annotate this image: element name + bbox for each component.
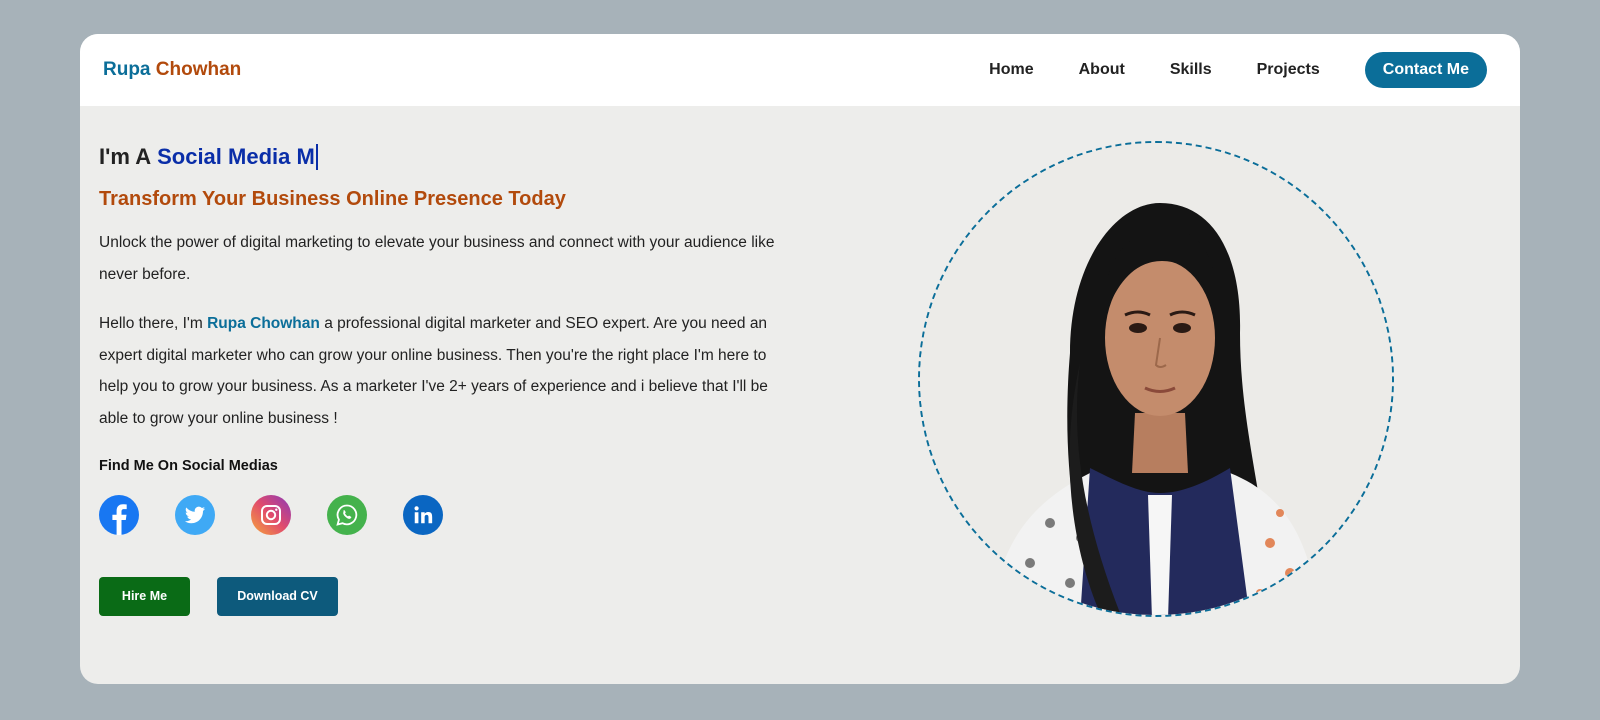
nav-item-home[interactable]: Home	[989, 61, 1033, 79]
intro-paragraph: Unlock the power of digital marketing to…	[99, 234, 775, 283]
typing-caret	[315, 144, 318, 170]
about-name: Rupa Chowhan	[207, 315, 320, 332]
typed-role-text: Social Media M	[157, 144, 315, 169]
instagram-icon[interactable]	[251, 495, 291, 535]
hero-actions: Hire Me Download CV	[99, 577, 799, 616]
download-cv-button[interactable]: Download CV	[217, 577, 338, 616]
about-paragraph: Hello there, I'm Rupa Chowhan a professi…	[99, 308, 799, 434]
profile-photo	[918, 141, 1394, 617]
contact-me-button[interactable]: Contact Me	[1364, 52, 1487, 88]
hero-content: I'm A Social Media M Transform Your Busi…	[99, 106, 799, 616]
brand-last-name: Chowhan	[155, 59, 242, 80]
social-links	[99, 495, 799, 535]
hero-tagline: Transform Your Business Online Presence …	[99, 188, 566, 210]
hire-me-button[interactable]: Hire Me	[99, 577, 190, 616]
linkedin-icon[interactable]	[403, 495, 443, 535]
headline-prefix: I'm A	[99, 144, 152, 169]
twitter-icon[interactable]	[175, 495, 215, 535]
about-greeting: Hello there, I'm	[99, 315, 203, 332]
hero-headline: I'm A Social Media M	[99, 144, 799, 170]
nav-item-projects[interactable]: Projects	[1257, 61, 1320, 79]
brand-logo[interactable]: Rupa Chowhan	[103, 59, 241, 81]
navbar: Rupa Chowhan Home About Skills Projects …	[80, 34, 1520, 106]
hero-card: Rupa Chowhan Home About Skills Projects …	[80, 34, 1520, 684]
nav-menu: Home About Skills Projects Contact Me	[989, 52, 1487, 88]
portrait-illustration	[920, 143, 1392, 615]
facebook-icon[interactable]	[99, 495, 139, 535]
whatsapp-icon[interactable]	[327, 495, 367, 535]
nav-item-skills[interactable]: Skills	[1170, 61, 1212, 79]
social-heading: Find Me On Social Medias	[99, 458, 278, 474]
nav-item-about[interactable]: About	[1079, 61, 1125, 79]
brand-first-name: Rupa	[103, 59, 151, 80]
